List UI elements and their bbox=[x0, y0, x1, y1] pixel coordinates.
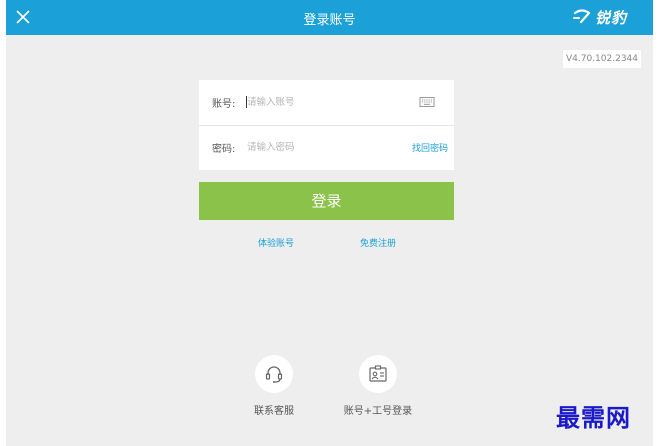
contact-service-button[interactable]: 联系客服 bbox=[234, 355, 314, 417]
headset-icon bbox=[265, 366, 283, 383]
login-button[interactable]: 登录 bbox=[199, 182, 454, 220]
login-window: 登录账号 锐豹 V4.70.102.2344 账号: 请输入账号 密码: 找回密… bbox=[6, 0, 653, 446]
account-label: 账号: bbox=[212, 99, 236, 110]
brand-logo-icon bbox=[572, 9, 591, 24]
trial-account-link[interactable]: 体验账号 bbox=[258, 236, 294, 249]
staff-login-label: 账号+工号登录 bbox=[343, 406, 413, 417]
staff-icon-circle bbox=[359, 355, 397, 393]
password-input[interactable] bbox=[247, 138, 407, 156]
service-icon-circle bbox=[255, 355, 293, 393]
keyboard-button[interactable] bbox=[419, 94, 435, 108]
password-label: 密码: bbox=[212, 144, 236, 155]
login-form: 账号: 密码: 找回密码 bbox=[199, 80, 454, 170]
password-row: 密码: 找回密码 bbox=[199, 125, 454, 170]
find-password-link[interactable]: 找回密码 bbox=[412, 141, 448, 154]
contact-service-label: 联系客服 bbox=[254, 406, 294, 417]
id-card-icon bbox=[369, 365, 387, 382]
watermark-text: 最需网 bbox=[556, 403, 631, 432]
brand-logo: 锐豹 bbox=[572, 5, 627, 29]
free-register-link[interactable]: 免费注册 bbox=[360, 236, 396, 249]
brand-name: 锐豹 bbox=[594, 8, 627, 27]
account-row: 账号: bbox=[199, 80, 454, 125]
version-label: V4.70.102.2344 bbox=[563, 50, 641, 68]
staff-login-button[interactable]: 账号+工号登录 bbox=[338, 355, 418, 417]
window-title: 登录账号 bbox=[303, 13, 356, 28]
account-input[interactable] bbox=[247, 93, 407, 111]
title-bar: 登录账号 锐豹 bbox=[6, 0, 653, 35]
keyboard-icon bbox=[419, 97, 435, 107]
